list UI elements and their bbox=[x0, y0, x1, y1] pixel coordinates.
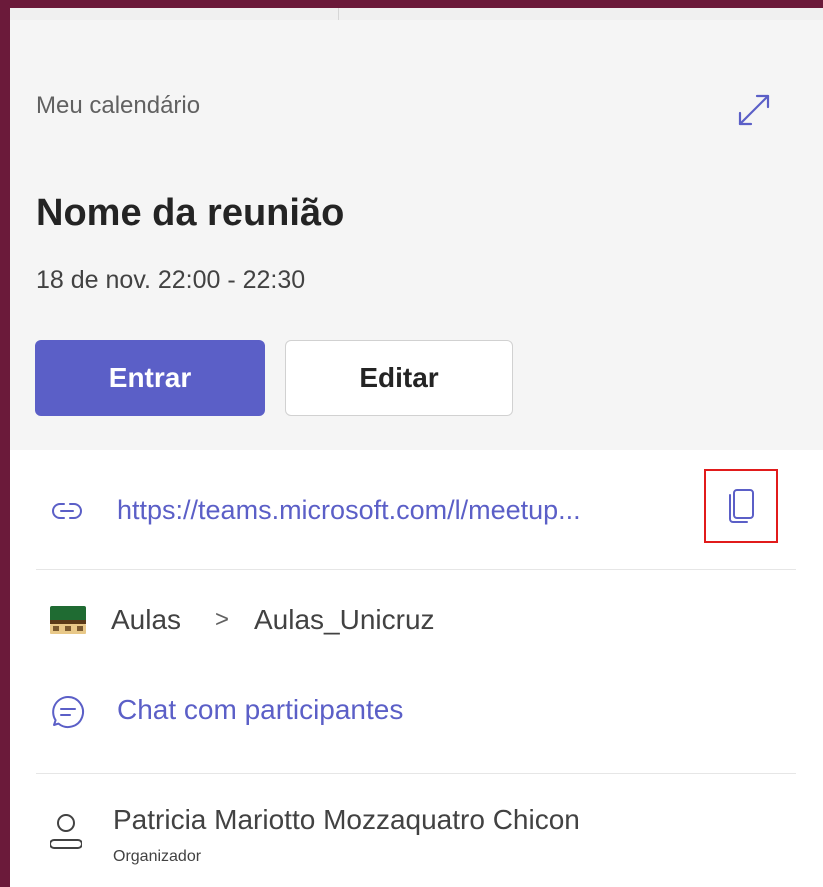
meeting-link[interactable]: https://teams.microsoft.com/l/meetup... bbox=[117, 495, 581, 526]
organizer-name: Patricia Mariotto Mozzaquatro Chicon bbox=[113, 804, 580, 835]
expand-button[interactable] bbox=[732, 88, 776, 132]
divider bbox=[36, 773, 796, 774]
chat-icon bbox=[52, 696, 84, 728]
meeting-details-card: Meu calendário Nome da reunião 18 de nov… bbox=[10, 8, 823, 887]
link-icon bbox=[52, 503, 82, 519]
copy-link-button[interactable] bbox=[704, 469, 778, 543]
copy-icon bbox=[729, 489, 754, 523]
organizer-role: Organizador bbox=[113, 848, 202, 865]
person-icon bbox=[50, 814, 82, 849]
team-channel-icon bbox=[50, 606, 86, 634]
chat-with-participants[interactable]: Chat com participantes bbox=[10, 688, 823, 738]
meeting-header: Meu calendário Nome da reunião 18 de nov… bbox=[10, 20, 823, 450]
meeting-title: Nome da reunião bbox=[36, 192, 345, 234]
channel-row[interactable]: Aulas > Aulas_Unicruz bbox=[10, 598, 823, 648]
divider bbox=[36, 569, 796, 570]
expand-icon bbox=[738, 94, 770, 126]
meeting-link-row: https://teams.microsoft.com/l/meetup... bbox=[10, 463, 823, 573]
calendar-label: Meu calendário bbox=[36, 92, 201, 119]
join-button[interactable]: Entrar bbox=[35, 340, 265, 416]
chevron-right-icon: > bbox=[215, 606, 230, 633]
team-name: Aulas bbox=[111, 604, 182, 635]
meeting-time: 18 de nov. 22:00 - 22:30 bbox=[36, 266, 306, 294]
edit-button[interactable]: Editar bbox=[285, 340, 513, 416]
top-strip-divider bbox=[338, 8, 339, 20]
organizer-row: Patricia Mariotto Mozzaquatro Chicon Org… bbox=[10, 800, 823, 880]
channel-name: Aulas_Unicruz bbox=[254, 604, 435, 635]
chat-label: Chat com participantes bbox=[117, 694, 404, 725]
